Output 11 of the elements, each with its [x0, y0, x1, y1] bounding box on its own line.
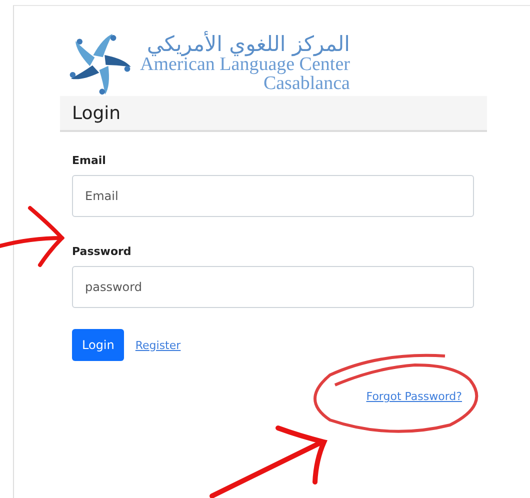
- card-title: Login: [72, 102, 121, 124]
- field-label: Password: [72, 245, 132, 258]
- logo-city-text: Casablanca: [263, 74, 350, 92]
- field-label: Email: [72, 154, 107, 167]
- login-button[interactable]: Login: [72, 329, 124, 361]
- register-link[interactable]: Register: [135, 338, 181, 352]
- logo-arabic-text: المركز اللغوي الأمريكي: [146, 34, 350, 54]
- input-field[interactable]: Email: [72, 175, 474, 217]
- logo-name-text: American Language Center: [140, 54, 350, 74]
- input-field[interactable]: password: [72, 266, 474, 308]
- forgot-password-link[interactable]: Forgot Password?: [366, 390, 462, 403]
